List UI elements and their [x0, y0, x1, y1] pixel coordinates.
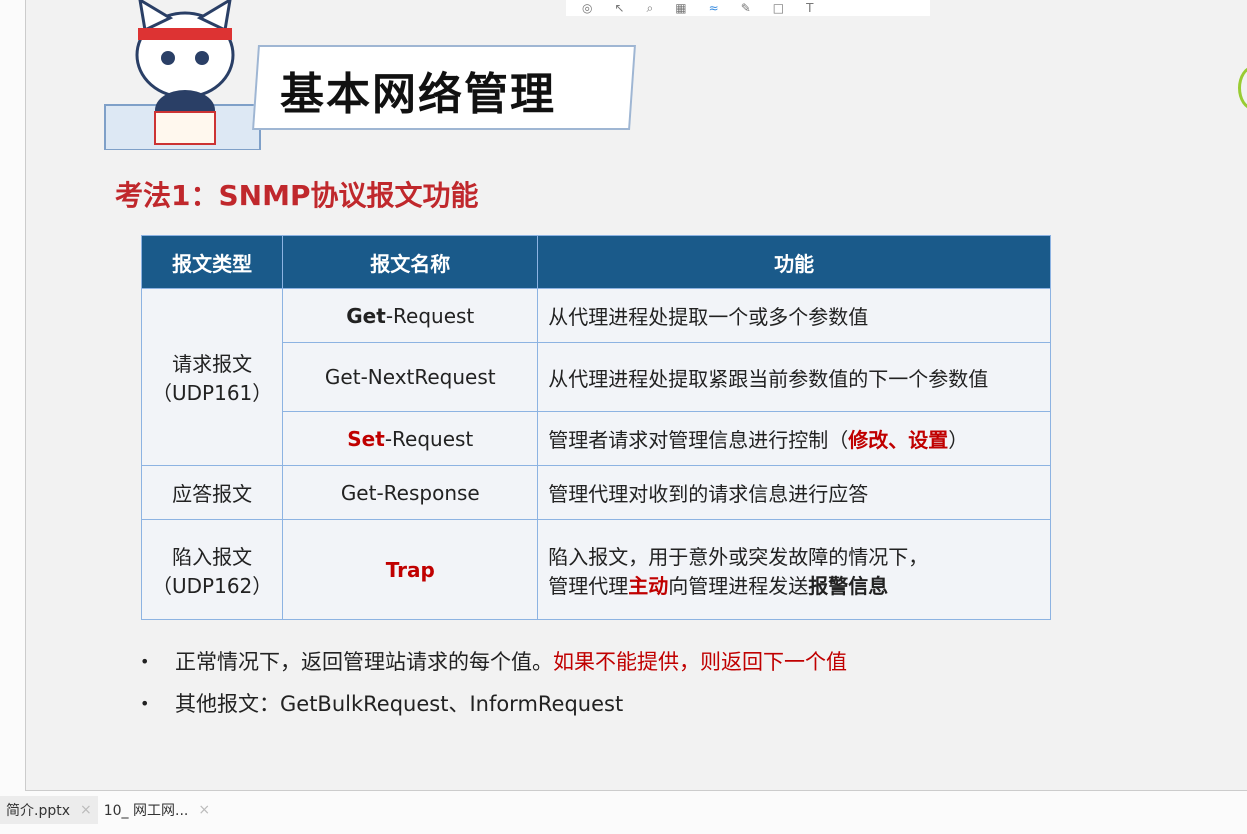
- close-icon[interactable]: ×: [198, 802, 210, 818]
- bullet-dot: •: [140, 651, 150, 671]
- message-function: 管理代理对收到的请求信息进行应答: [537, 465, 1051, 520]
- bullet-text: 正常情况下，返回管理站请求的每个值。: [175, 650, 553, 674]
- function-bold: 报警信息: [808, 573, 889, 598]
- header-name: 报文名称: [282, 235, 539, 289]
- table-row: 请求报文 （UDP161） Get-Request 从代理进程处提取一个或多个参…: [140, 288, 1051, 466]
- annotation-toolbar: ◎ ↖ ⌕ ▦ ≈ ✎ □ T: [566, 0, 930, 16]
- highlighter-icon[interactable]: ≈: [709, 1, 719, 15]
- slide-subtitle: 考法1：SNMP协议报文功能: [115, 179, 479, 212]
- magnifier-icon[interactable]: ⌕: [647, 1, 654, 16]
- tab-network[interactable]: 10_ 网工网... ×: [98, 796, 216, 824]
- cat-mascot-logo: [104, 0, 261, 150]
- message-function: 管理者请求对管理信息进行控制（修改、设置）: [537, 411, 1051, 466]
- name-bold: Get: [346, 303, 386, 328]
- group-response: 应答报文: [140, 465, 284, 520]
- header-function: 功能: [537, 235, 1051, 289]
- name-bold: Trap: [385, 557, 435, 582]
- bullet-text: 其他报文：GetBulkRequest、InformRequest: [175, 692, 624, 716]
- grid-icon[interactable]: ▦: [675, 1, 686, 15]
- name-rest: -Request: [385, 303, 475, 328]
- header-type: 报文类型: [140, 235, 284, 289]
- snmp-table: 报文类型 报文名称 功能 请求报文 （UDP161） Get-Request 从…: [140, 235, 1051, 620]
- name-bold: Set: [347, 426, 385, 451]
- group-request: 请求报文 （UDP161）: [140, 288, 284, 466]
- message-name: Trap: [282, 519, 539, 620]
- tab-label: 10_ 网工网...: [103, 803, 189, 819]
- function-text-2: 管理代理: [548, 573, 629, 598]
- shape-icon[interactable]: □: [773, 1, 784, 15]
- bullet-dot: •: [140, 693, 150, 713]
- message-name: Get-Response: [282, 465, 539, 520]
- slide-title: 基本网络管理: [280, 69, 556, 120]
- table-row: 应答报文 Get-Response 管理代理对收到的请求信息进行应答: [140, 465, 1051, 520]
- function-text: 陷入报文，用于意外或突发故障的情况下，: [548, 544, 929, 569]
- pen-icon[interactable]: ✎: [741, 1, 751, 15]
- function-highlight: 修改、设置: [848, 428, 949, 452]
- message-name: Get-Request: [282, 288, 539, 343]
- close-icon[interactable]: ×: [80, 802, 92, 818]
- bullet-item: • 正常情况下，返回管理站请求的每个值。 如果不能提供，则返回下一个值: [140, 640, 847, 682]
- tab-label: 简介.pptx: [6, 803, 70, 819]
- bullet-item: • 其他报文：GetBulkRequest、InformRequest: [140, 682, 847, 724]
- table-row: 陷入报文 （UDP162） Trap 陷入报文，用于意外或突发故障的情况下， 管理…: [140, 519, 1051, 620]
- function-text: 管理者请求对管理信息进行控制（: [548, 428, 849, 452]
- message-function: 从代理进程处提取紧跟当前参数值的下一个参数值: [537, 342, 1051, 412]
- pointer-icon[interactable]: ↖: [614, 1, 624, 15]
- bullet-highlight: 如果不能提供，则返回下一个值: [553, 650, 847, 674]
- message-function: 从代理进程处提取一个或多个参数值: [537, 288, 1051, 343]
- name-rest: -Request: [384, 426, 474, 451]
- file-tabs: 简介.pptx × 10_ 网工网... ×: [0, 796, 216, 824]
- function-end: ）: [948, 428, 969, 452]
- group-trap: 陷入报文 （UDP162）: [140, 519, 284, 620]
- message-name: Set-Request: [282, 411, 539, 466]
- message-name: Get-NextRequest: [282, 342, 539, 412]
- target-icon[interactable]: ◎: [582, 1, 592, 15]
- function-text-3: 向管理进程发送: [668, 573, 809, 598]
- bullet-list: • 正常情况下，返回管理站请求的每个值。 如果不能提供，则返回下一个值 • 其他报文：…: [140, 640, 847, 724]
- table-header-row: 报文类型 报文名称 功能: [140, 235, 1051, 289]
- function-highlight: 主动: [628, 573, 669, 598]
- tab-pptx[interactable]: 简介.pptx ×: [0, 796, 98, 824]
- text-icon[interactable]: T: [806, 1, 813, 15]
- message-function: 陷入报文，用于意外或突发故障的情况下， 管理代理主动向管理进程发送报警信息: [537, 519, 1051, 620]
